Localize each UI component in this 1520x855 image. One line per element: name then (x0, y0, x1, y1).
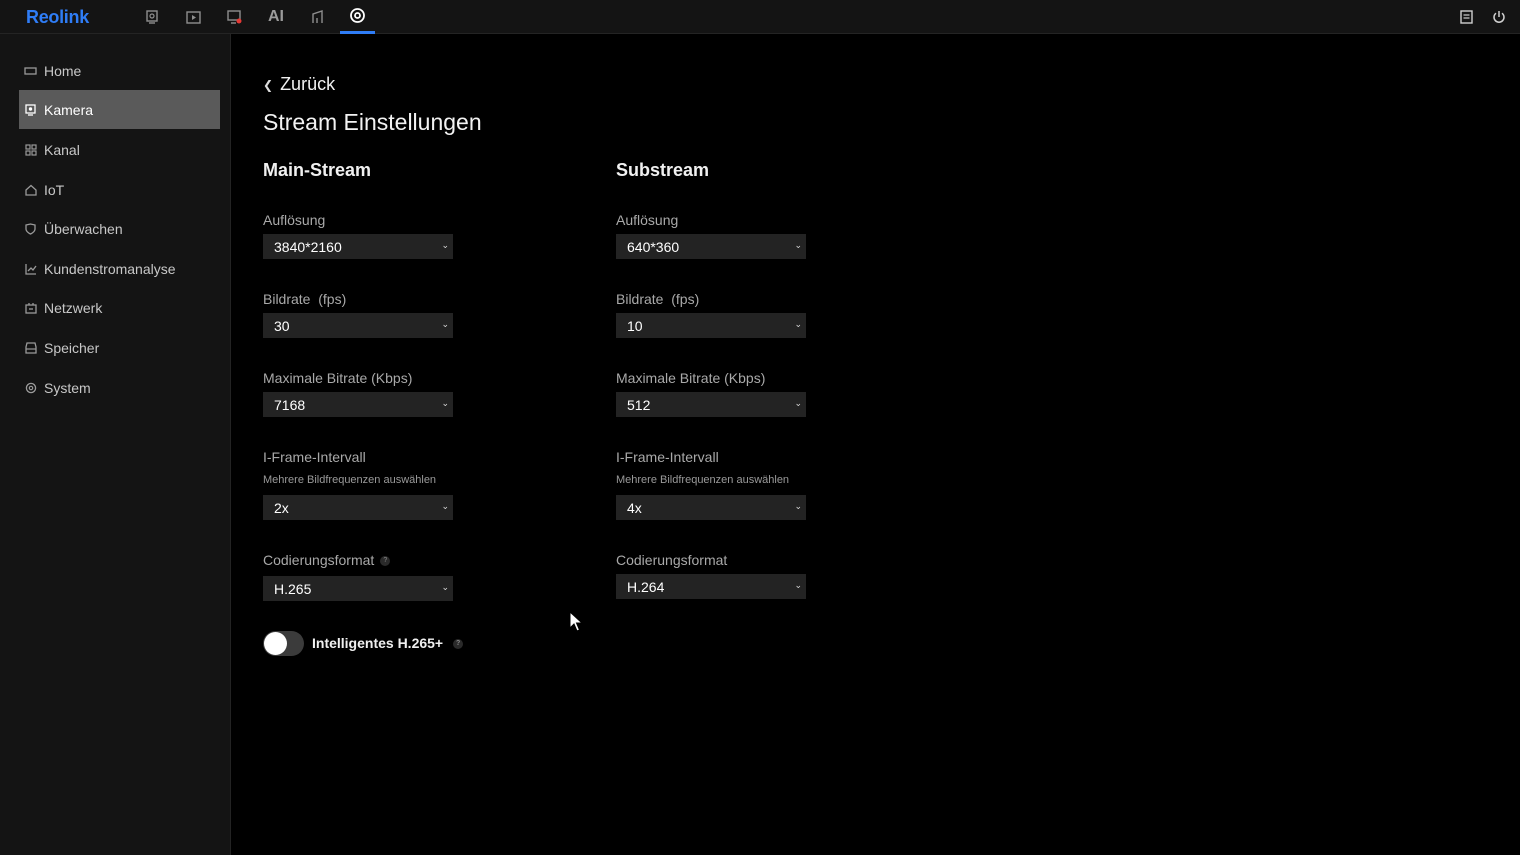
main-bitrate-label: Maximale Bitrate (Kbps) (263, 370, 413, 386)
sub-framerate-select[interactable]: 10 ⌄ (616, 313, 806, 338)
main-iframe-value: 2x (274, 499, 289, 516)
sub-framerate-label: Bildrate (fps) (616, 291, 700, 307)
network-icon (24, 301, 37, 314)
sub-iframe-value: 4x (627, 499, 642, 516)
smart-h265-label: Intelligentes H.265+? (312, 635, 464, 651)
house-icon (24, 183, 37, 196)
main-bitrate-select[interactable]: 7168 ⌄ (263, 392, 453, 417)
smart-h265-toggle[interactable] (263, 631, 304, 656)
playback-icon[interactable] (183, 0, 203, 34)
sidebar-item-label: Kamera (44, 101, 94, 118)
main-codec-select[interactable]: H.265 ⌄ (263, 576, 453, 601)
main-resolution-value: 3840*2160 (274, 238, 342, 255)
sub-framerate-value: 10 (627, 317, 643, 334)
back-label: Zurück (280, 74, 336, 94)
sidebar-item-label: Überwachen (44, 220, 123, 237)
chevron-down-icon: ⌄ (441, 398, 449, 408)
sidebar-item-ueberwachen[interactable]: Überwachen (19, 209, 220, 248)
power-icon[interactable] (1489, 0, 1509, 34)
sub-bitrate-label: Maximale Bitrate (Kbps) (616, 370, 766, 386)
notes-icon[interactable] (1456, 0, 1476, 34)
chevron-left-icon: ❮ (263, 77, 274, 92)
substream-title: Substream (616, 160, 710, 180)
mouse-cursor-icon (569, 610, 584, 638)
sidebar-item-kanal[interactable]: Kanal (19, 130, 220, 169)
chevron-down-icon: ⌄ (441, 319, 449, 329)
device-icon[interactable] (307, 0, 327, 34)
sub-iframe-select[interactable]: 4x ⌄ (616, 495, 806, 520)
sub-iframe-sublabel: Mehrere Bildfrequenzen auswählen (616, 474, 790, 486)
sidebar: Home Kamera Kanal IoT Überwachen Kundens… (0, 34, 231, 855)
sidebar-item-kundenstromanalyse[interactable]: Kundenstromanalyse (19, 249, 220, 288)
grid-icon (24, 143, 37, 156)
main-codec-label-text: Codierungsformat (263, 552, 375, 568)
sub-codec-value: H.264 (627, 578, 665, 595)
sub-bitrate-value: 512 (627, 396, 651, 413)
main-resolution-label: Auflösung (263, 212, 326, 228)
chevron-down-icon: ⌄ (794, 501, 802, 511)
sub-bitrate-select[interactable]: 512 ⌄ (616, 392, 806, 417)
sidebar-item-label: IoT (44, 181, 65, 198)
sidebar-item-label: System (44, 379, 91, 396)
sidebar-item-kamera[interactable]: Kamera (19, 90, 220, 129)
help-icon[interactable]: ? (453, 639, 464, 650)
reolink-logo: Reolink (26, 7, 89, 27)
home-icon (24, 64, 37, 77)
system-gear-icon (24, 381, 37, 394)
sidebar-item-label: Netzwerk (44, 299, 103, 316)
main-bitrate-value: 7168 (274, 396, 306, 413)
ai-text-icon[interactable]: AI (264, 0, 288, 34)
main-iframe-select[interactable]: 2x ⌄ (263, 495, 453, 520)
chevron-down-icon: ⌄ (794, 240, 802, 250)
main-framerate-label: Bildrate (fps) (263, 291, 347, 307)
settings-gear-icon[interactable] (340, 0, 375, 34)
sidebar-item-iot[interactable]: IoT (19, 170, 220, 209)
back-link[interactable]: ❮ Zurück (263, 74, 335, 95)
main-content: ❮ Zurück Stream Einstellungen Main-Strea… (231, 34, 1520, 855)
page-title: Stream Einstellungen (263, 109, 482, 135)
shield-icon (24, 222, 37, 235)
chevron-down-icon: ⌄ (794, 580, 802, 590)
sidebar-item-speicher[interactable]: Speicher (19, 328, 220, 367)
sidebar-item-netzwerk[interactable]: Netzwerk (19, 288, 220, 327)
chart-icon (24, 262, 37, 275)
main-codec-value: H.265 (274, 580, 312, 597)
chevron-down-icon: ⌄ (441, 582, 449, 592)
chevron-down-icon: ⌄ (794, 319, 802, 329)
sub-codec-select[interactable]: H.264 ⌄ (616, 574, 806, 599)
sidebar-item-label: Speicher (44, 339, 100, 356)
top-navigation-bar: Reolink AI (0, 0, 1520, 34)
smart-h265-label-text: Intelligentes H.265+ (312, 635, 444, 651)
sub-codec-label: Codierungsformat (616, 552, 728, 568)
camera-live-icon[interactable] (142, 0, 162, 34)
sidebar-item-system[interactable]: System (19, 368, 220, 407)
ai-label: AI (268, 8, 284, 25)
chevron-down-icon: ⌄ (441, 240, 449, 250)
camera-icon (24, 103, 37, 116)
main-codec-label: Codierungsformat? (263, 552, 391, 568)
chevron-down-icon: ⌄ (794, 398, 802, 408)
storage-icon (24, 341, 37, 354)
alarm-icon[interactable] (224, 0, 244, 34)
sidebar-item-label: Kundenstromanalyse (44, 260, 176, 277)
sidebar-item-label: Kanal (44, 141, 80, 158)
main-framerate-value: 30 (274, 317, 290, 334)
main-iframe-label: I-Frame-Intervall (263, 449, 366, 465)
main-framerate-select[interactable]: 30 ⌄ (263, 313, 453, 338)
help-icon[interactable]: ? (380, 556, 391, 567)
toggle-knob (264, 632, 287, 655)
sub-resolution-select[interactable]: 640*360 ⌄ (616, 234, 806, 259)
chevron-down-icon: ⌄ (441, 501, 449, 511)
main-iframe-sublabel: Mehrere Bildfrequenzen auswählen (263, 474, 437, 486)
sidebar-item-home[interactable]: Home (19, 51, 220, 90)
sub-iframe-label: I-Frame-Intervall (616, 449, 719, 465)
sub-resolution-label: Auflösung (616, 212, 679, 228)
main-stream-title: Main-Stream (263, 160, 372, 180)
main-resolution-select[interactable]: 3840*2160 ⌄ (263, 234, 453, 259)
sidebar-item-label: Home (44, 62, 82, 79)
sub-resolution-value: 640*360 (627, 238, 680, 255)
